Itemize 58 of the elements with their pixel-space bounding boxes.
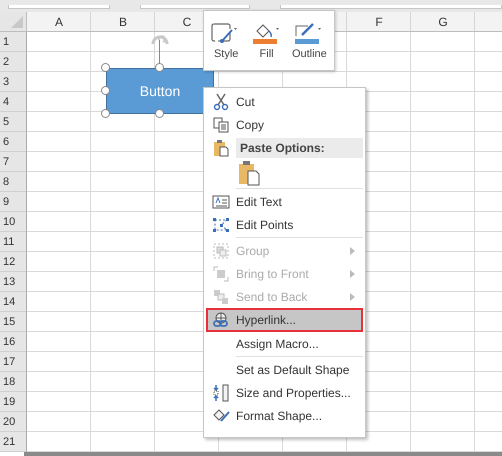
row-header[interactable]: 16 bbox=[3, 336, 16, 348]
row-header[interactable]: 17 bbox=[3, 356, 16, 368]
copy-icon bbox=[213, 116, 229, 132]
menu-item[interactable]: Copy bbox=[206, 113, 363, 136]
resize-handle[interactable] bbox=[155, 63, 164, 72]
row-header[interactable]: 7 bbox=[3, 156, 10, 168]
row-header[interactable]: 3 bbox=[3, 76, 10, 88]
clipboard-icon bbox=[213, 138, 229, 156]
resize-icon bbox=[212, 384, 230, 402]
row-header[interactable]: 10 bbox=[3, 216, 16, 228]
column-header[interactable]: G bbox=[438, 14, 448, 28]
paint-bucket-icon bbox=[252, 22, 282, 44]
row-header[interactable]: 18 bbox=[3, 376, 16, 388]
menu-item[interactable]: Edit Text bbox=[206, 190, 363, 213]
triangle-icon bbox=[11, 16, 23, 28]
paste-clipboard-icon[interactable] bbox=[238, 160, 262, 186]
row-header[interactable]: 12 bbox=[3, 256, 16, 268]
column-header[interactable]: B bbox=[118, 14, 127, 28]
menu-item[interactable]: Edit Points bbox=[206, 213, 363, 236]
paint-bucket-icon bbox=[212, 408, 230, 424]
bring-front-icon bbox=[213, 266, 229, 282]
resize-handle[interactable] bbox=[101, 109, 110, 118]
row-header[interactable]: 21 bbox=[3, 436, 16, 448]
menu-item[interactable]: Size and Properties... bbox=[206, 381, 363, 404]
toolbar-button[interactable]: Style bbox=[209, 20, 244, 62]
column-header[interactable]: A bbox=[54, 14, 63, 28]
scissors-icon bbox=[213, 92, 229, 110]
row-header[interactable]: 2 bbox=[3, 56, 10, 68]
column-header[interactable]: F bbox=[375, 14, 383, 28]
resize-handle[interactable] bbox=[101, 63, 110, 72]
row-header[interactable]: 14 bbox=[3, 296, 16, 308]
row-header[interactable]: 8 bbox=[3, 176, 10, 188]
menu-item[interactable]: Set as Default Shape bbox=[206, 358, 363, 381]
edit-points-icon bbox=[213, 218, 229, 232]
column-header[interactable]: C bbox=[182, 14, 192, 28]
toolbar-button[interactable]: Fill bbox=[250, 20, 284, 62]
toolbar-button[interactable]: Outline bbox=[290, 20, 329, 62]
row-header[interactable]: 13 bbox=[3, 276, 16, 288]
row-header[interactable]: 20 bbox=[3, 416, 16, 428]
resize-handle[interactable] bbox=[155, 109, 164, 118]
send-back-icon bbox=[213, 288, 229, 304]
row-header[interactable]: 1 bbox=[3, 36, 10, 48]
row-header[interactable]: 6 bbox=[3, 136, 10, 148]
row-header[interactable]: 19 bbox=[3, 396, 16, 408]
row-header[interactable]: 11 bbox=[3, 236, 14, 248]
group-icon bbox=[213, 242, 229, 258]
row-header[interactable]: 15 bbox=[3, 316, 16, 328]
globe-link-icon bbox=[212, 312, 230, 328]
resize-handle[interactable] bbox=[101, 86, 110, 95]
menu-item[interactable]: Format Shape... bbox=[206, 404, 363, 427]
formula-field[interactable] bbox=[280, 5, 502, 9]
row-header[interactable]: 5 bbox=[3, 116, 10, 128]
menu-item[interactable]: Assign Macro... bbox=[206, 332, 363, 355]
text-box-icon bbox=[212, 194, 230, 208]
paste-options-header: Paste Options: bbox=[236, 138, 363, 158]
menu-item[interactable]: Hyperlink... bbox=[206, 308, 363, 332]
row-header[interactable]: 4 bbox=[3, 96, 10, 108]
row-header[interactable]: 9 bbox=[3, 196, 10, 208]
